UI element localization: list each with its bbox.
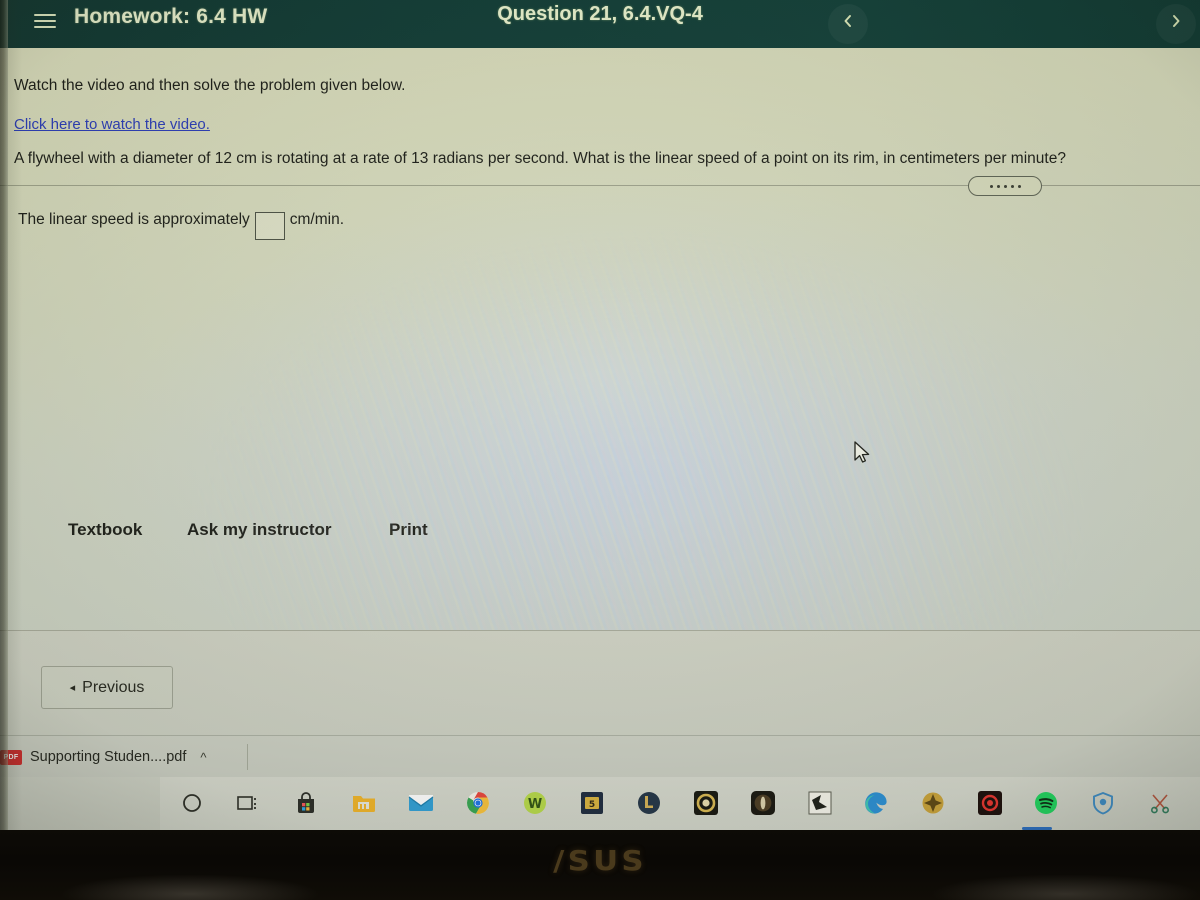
microsoft-store-icon[interactable] [290, 787, 322, 819]
answer-input[interactable] [254, 211, 285, 240]
chrome-icon[interactable] [462, 787, 494, 819]
chevron-left-icon: ◂ [69, 682, 76, 694]
taskbar-left-blank [0, 777, 160, 830]
asus-brand-logo: /SUS [553, 844, 647, 877]
snip-tool-icon[interactable] [804, 787, 836, 819]
svg-text:5: 5 [589, 800, 595, 810]
mouse-cursor [854, 441, 870, 463]
chevron-up-icon[interactable]: ^ [200, 750, 206, 765]
spotify-icon[interactable] [1030, 787, 1062, 819]
dark-orb-icon[interactable] [747, 787, 779, 819]
answer-units: cm/min. [289, 211, 345, 228]
download-file-name: Supporting Studen....pdf [30, 749, 187, 765]
gold-burst-icon[interactable] [917, 787, 949, 819]
mail-icon[interactable] [405, 787, 437, 819]
previous-button[interactable]: ◂ Previous [41, 666, 173, 709]
problem-statement: A flywheel with a diameter of 12 cm is r… [14, 150, 1066, 167]
download-item[interactable]: PDF Supporting Studen....pdf ^ [0, 736, 250, 778]
windows-taskbar: W 5 [160, 777, 1200, 830]
download-shelf: PDF Supporting Studen....pdf ^ [0, 735, 1200, 778]
league-of-legends-icon[interactable] [633, 787, 665, 819]
file-explorer-icon[interactable] [348, 787, 380, 819]
instruction-text: Watch the video and then solve the probl… [14, 77, 406, 94]
chevron-right-icon [1173, 15, 1180, 27]
print-link[interactable]: Print [389, 520, 428, 540]
textbook-link[interactable]: Textbook [68, 520, 142, 540]
watch-video-link[interactable]: Click here to watch the video. [14, 116, 210, 133]
svg-text:W: W [528, 797, 542, 812]
gold-app-icon[interactable]: 5 [576, 787, 608, 819]
hamburger-menu-icon[interactable] [34, 10, 56, 30]
question-toolbar: Textbook Ask my instructor Print [0, 520, 1200, 560]
homework-name: 6.4 HW [196, 5, 268, 28]
answer-prefix: The linear speed is approximately [18, 211, 250, 228]
previous-question-button[interactable] [828, 4, 868, 44]
ellipsis-expander-icon[interactable] [968, 176, 1042, 196]
bezel-glow-left [60, 874, 320, 900]
question-canvas: Watch the video and then solve the probl… [0, 48, 1200, 630]
answer-line: The linear speed is approximately cm/min. [18, 211, 344, 240]
laptop-bezel: /SUS [0, 830, 1200, 900]
next-question-button[interactable] [1156, 4, 1196, 44]
wolfram-w-icon[interactable]: W [519, 787, 551, 819]
edge-icon[interactable] [860, 787, 892, 819]
laptop-screen: Homework: 6.4 HW Question 21, 6.4.VQ-4 W… [0, 0, 1200, 830]
cortana-search-icon[interactable] [176, 787, 208, 819]
ring-app-icon[interactable] [690, 787, 722, 819]
question-footer: ◂ Previous [0, 631, 1200, 735]
chevron-left-icon [844, 15, 851, 27]
previous-button-label: Previous [82, 678, 145, 696]
bezel-glow-right [930, 874, 1200, 900]
task-view-icon[interactable] [232, 787, 264, 819]
ask-instructor-link[interactable]: Ask my instructor [187, 520, 332, 540]
homework-label: Homework: [74, 5, 191, 28]
red-camera-icon[interactable] [974, 787, 1006, 819]
homework-title: Homework: 6.4 HW [74, 5, 267, 29]
scissors-icon[interactable] [1144, 787, 1176, 819]
blue-shield-icon[interactable] [1087, 787, 1119, 819]
screen-left-bezel [0, 0, 8, 830]
shelf-separator [247, 744, 248, 770]
app-header: Homework: 6.4 HW Question 21, 6.4.VQ-4 [0, 0, 1200, 48]
